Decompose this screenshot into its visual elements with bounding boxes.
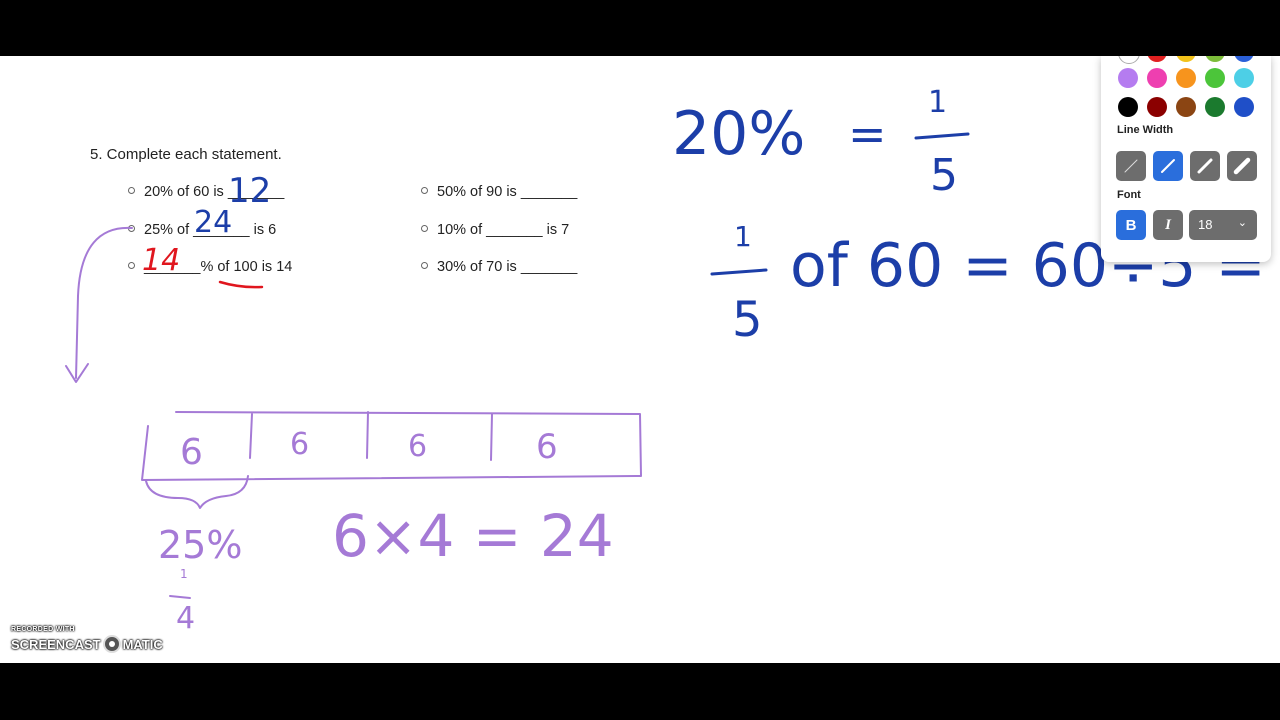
color-swatch-dark-green[interactable] (1205, 97, 1225, 117)
color-swatch-lime[interactable] (1205, 56, 1225, 62)
fraction-numerator: 1 (734, 220, 752, 253)
color-swatch-red[interactable] (1147, 56, 1167, 62)
tape-divider (366, 411, 369, 459)
color-swatch-orange[interactable] (1176, 68, 1196, 88)
equation-20-percent: 20% (672, 99, 805, 169)
bold-button[interactable]: B (1116, 210, 1146, 240)
whiteboard-canvas[interactable]: 5. Complete each statement. 20% of 60 is… (0, 56, 1280, 663)
tape-percent-ink: 25% (158, 523, 242, 567)
color-swatch-black[interactable] (1118, 97, 1138, 117)
answer-12-ink: 12 (228, 171, 271, 211)
color-swatch-brown[interactable] (1176, 97, 1196, 117)
fraction-bar (710, 268, 768, 276)
pen-thick-icon (1197, 158, 1213, 174)
product-ink: 6×4 = 24 (332, 502, 614, 570)
color-swatch-dark-red[interactable] (1147, 97, 1167, 117)
line-width-thin-button[interactable] (1116, 151, 1146, 181)
answer-24-ink: 24 (194, 205, 232, 240)
tape-value: 6 (536, 427, 558, 467)
watermark-recorded-text: RECORDED WITH (11, 626, 75, 633)
screencast-logo-icon (102, 635, 121, 653)
tape-fraction-num: 1 (180, 567, 188, 581)
arrow-line (75, 226, 133, 379)
tape-value: 6 (408, 429, 427, 464)
color-swatch-blue-top[interactable] (1234, 56, 1254, 62)
ink-layer: 12 24 14 6 6 6 6 25% 1 4 6×4 = 24 20% = … (65, 85, 1280, 636)
chevron-down-icon: ⌄ (1237, 217, 1247, 229)
font-label: Font (1117, 189, 1141, 201)
answer-14-ink: 14 (142, 243, 180, 278)
tape-fraction-den: 4 (176, 601, 195, 636)
font-size-select[interactable]: 18 ⌄ (1189, 210, 1257, 240)
fraction-bar (169, 595, 191, 599)
watermark-brand-left: SCREENCAST (11, 636, 101, 652)
color-swatch-pink[interactable] (1147, 68, 1167, 88)
equation-denominator: 5 (930, 150, 958, 201)
color-swatch-cyan[interactable] (1234, 68, 1254, 88)
pen-thin-icon (1124, 159, 1138, 173)
color-swatch-white[interactable] (1118, 56, 1140, 64)
font-size-value: 18 (1198, 217, 1213, 232)
color-swatch-yellow[interactable] (1176, 56, 1196, 62)
pen-medium-icon (1161, 159, 1175, 173)
color-swatch-royal-blue[interactable] (1234, 97, 1254, 117)
fraction-bar (914, 132, 970, 140)
watermark-brand-right: MATIC (122, 636, 163, 652)
tape-divider (490, 413, 493, 461)
tape-divider (249, 413, 253, 459)
tape-value: 6 (180, 432, 203, 473)
line-width-heavy-button[interactable] (1227, 151, 1257, 181)
equation-numerator: 1 (928, 85, 947, 120)
line-width-thick-button[interactable] (1190, 151, 1220, 181)
tape-value: 6 (290, 427, 309, 462)
line-width-medium-button[interactable] (1153, 151, 1183, 181)
color-swatch-green[interactable] (1205, 68, 1225, 88)
equation-equals: = (848, 107, 887, 161)
red-underline (218, 280, 264, 289)
italic-button[interactable]: I (1153, 210, 1183, 240)
annotation-toolbar: Line Width Font B I 18 ⌄ (1101, 56, 1271, 262)
fraction-denominator: 5 (732, 292, 763, 348)
line-width-label: Line Width (1117, 124, 1174, 136)
tape-diagram-outline (141, 411, 642, 481)
pen-heavy-icon (1233, 157, 1251, 175)
color-swatch-purple[interactable] (1118, 68, 1138, 88)
screencast-watermark: RECORDED WITH SCREENCAST MATIC (11, 626, 163, 653)
